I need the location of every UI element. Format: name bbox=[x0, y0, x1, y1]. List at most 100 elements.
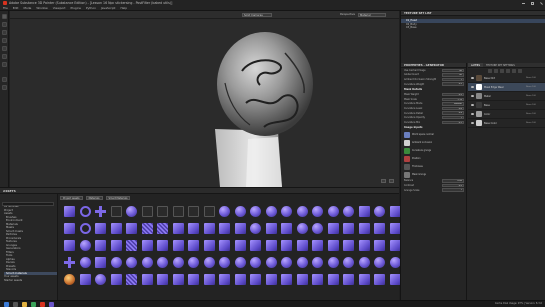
layer-row[interactable]: Base Norm 100 bbox=[468, 101, 545, 110]
layer-row[interactable]: Base Dirt Norm 100 bbox=[468, 74, 545, 83]
add-layer-icon[interactable] bbox=[488, 69, 492, 73]
asset-thumbnail[interactable] bbox=[218, 274, 231, 290]
asset-thumbnail[interactable] bbox=[203, 223, 216, 239]
asset-thumbnail[interactable] bbox=[234, 274, 247, 290]
asset-thumbnail[interactable] bbox=[265, 240, 278, 256]
asset-thumbnail[interactable] bbox=[94, 240, 107, 256]
browser-icon[interactable] bbox=[31, 301, 36, 307]
property-value[interactable]: 0.5 bbox=[442, 183, 464, 188]
close-icon[interactable] bbox=[540, 1, 543, 5]
asset-thumbnail[interactable] bbox=[63, 240, 76, 256]
material-picker-icon[interactable] bbox=[1, 77, 7, 82]
asset-thumbnail[interactable] bbox=[125, 223, 138, 239]
add-folder-icon[interactable] bbox=[512, 69, 516, 73]
delete-layer-icon[interactable] bbox=[518, 69, 522, 73]
camera-icon[interactable] bbox=[381, 179, 386, 183]
asset-thumbnail[interactable] bbox=[141, 257, 154, 273]
asset-thumbnail[interactable] bbox=[249, 240, 262, 256]
asset-thumbnail[interactable] bbox=[373, 223, 386, 239]
asset-thumbnail[interactable] bbox=[280, 274, 293, 290]
asset-thumbnail[interactable] bbox=[249, 223, 262, 239]
add-fill-layer-icon[interactable] bbox=[494, 69, 498, 73]
asset-thumbnail[interactable] bbox=[172, 240, 185, 256]
asset-thumbnail[interactable] bbox=[280, 223, 293, 239]
asset-thumbnail[interactable] bbox=[94, 223, 107, 239]
property-value[interactable]: 1 bbox=[442, 115, 464, 120]
asset-thumbnail[interactable] bbox=[327, 240, 340, 256]
display-mode-dropdown[interactable]: Solid Cameras bbox=[242, 13, 272, 17]
color-picker-icon[interactable] bbox=[1, 62, 7, 67]
asset-thumbnail[interactable] bbox=[79, 240, 92, 256]
property-value[interactable]: Off bbox=[442, 73, 464, 77]
property-value[interactable]: Off bbox=[442, 68, 464, 72]
asset-thumbnail[interactable] bbox=[249, 274, 262, 290]
asset-thumbnail[interactable] bbox=[94, 206, 107, 222]
asset-thumbnail[interactable] bbox=[358, 223, 371, 239]
menu-mode[interactable]: Mode bbox=[23, 6, 31, 10]
asset-thumbnail[interactable] bbox=[311, 206, 324, 222]
asset-thumbnail[interactable] bbox=[358, 274, 371, 290]
asset-thumbnail[interactable] bbox=[141, 206, 154, 222]
channel-dropdown[interactable]: Material bbox=[358, 13, 386, 17]
asset-thumbnail[interactable] bbox=[187, 274, 200, 290]
asset-thumbnail[interactable] bbox=[234, 240, 247, 256]
asset-thumbnail[interactable] bbox=[94, 274, 107, 290]
eraser-icon[interactable] bbox=[1, 22, 7, 27]
add-mask-icon[interactable] bbox=[500, 69, 504, 73]
texture-set-row[interactable]: 03_Base bbox=[401, 26, 545, 30]
property-value[interactable]: Smooth bbox=[442, 102, 464, 106]
asset-thumbnail[interactable] bbox=[311, 257, 324, 273]
asset-thumbnail[interactable] bbox=[110, 274, 123, 290]
asset-thumbnail[interactable] bbox=[249, 206, 262, 222]
asset-thumbnail[interactable] bbox=[156, 257, 169, 273]
shelf-search-input[interactable] bbox=[2, 202, 54, 206]
image-input-row[interactable]: Thickness bbox=[401, 163, 466, 171]
menu-viewport[interactable]: Viewport bbox=[53, 6, 66, 10]
clone-icon[interactable] bbox=[1, 54, 7, 59]
asset-thumbnail[interactable] bbox=[373, 206, 386, 222]
image-input-row[interactable]: Position bbox=[401, 155, 466, 163]
image-input-row[interactable]: Mask Grunge bbox=[401, 171, 466, 179]
paint-brush-icon[interactable] bbox=[1, 14, 7, 19]
add-effect-icon[interactable] bbox=[506, 69, 510, 73]
asset-thumbnail[interactable] bbox=[358, 257, 371, 273]
asset-thumbnail[interactable] bbox=[63, 274, 76, 290]
eye-icon[interactable] bbox=[471, 113, 474, 115]
asset-thumbnail[interactable] bbox=[125, 274, 138, 290]
smudge-icon[interactable] bbox=[1, 46, 7, 51]
property-value[interactable]: 0.5 bbox=[442, 82, 464, 86]
asset-thumbnail[interactable] bbox=[218, 223, 231, 239]
layer-row[interactable]: Metal Norm 100 bbox=[468, 92, 545, 101]
property-value[interactable]: 0.5 bbox=[442, 92, 464, 97]
asset-thumbnail[interactable] bbox=[141, 274, 154, 290]
render-icon[interactable] bbox=[389, 179, 394, 183]
asset-thumbnail[interactable] bbox=[373, 257, 386, 273]
asset-thumbnail[interactable] bbox=[63, 257, 76, 273]
asset-thumbnail[interactable] bbox=[203, 206, 216, 222]
property-value[interactable]: 0.4 bbox=[442, 111, 464, 115]
menu-window[interactable]: Window bbox=[36, 6, 47, 10]
asset-thumbnail[interactable] bbox=[327, 223, 340, 239]
asset-thumbnail[interactable] bbox=[296, 206, 309, 222]
asset-thumbnail[interactable] bbox=[94, 257, 107, 273]
asset-thumbnail[interactable] bbox=[249, 257, 262, 273]
asset-thumbnail[interactable] bbox=[141, 240, 154, 256]
ruler-icon[interactable] bbox=[1, 85, 7, 90]
asset-thumbnail[interactable] bbox=[110, 206, 123, 222]
start-icon[interactable] bbox=[4, 301, 9, 307]
asset-thumbnail[interactable] bbox=[187, 240, 200, 256]
asset-thumbnail[interactable] bbox=[203, 274, 216, 290]
asset-thumbnail[interactable] bbox=[110, 223, 123, 239]
menu-file[interactable]: File bbox=[3, 6, 8, 10]
asset-thumbnail[interactable] bbox=[172, 223, 185, 239]
chat-icon[interactable] bbox=[49, 301, 54, 307]
asset-thumbnail[interactable] bbox=[234, 257, 247, 273]
asset-thumbnail[interactable] bbox=[156, 206, 169, 222]
property-value[interactable]: 1 bbox=[442, 188, 464, 192]
asset-thumbnail[interactable] bbox=[156, 240, 169, 256]
menu-python[interactable]: Python bbox=[86, 6, 96, 10]
asset-thumbnail[interactable] bbox=[110, 257, 123, 273]
eye-icon[interactable] bbox=[471, 77, 474, 79]
menu-edit[interactable]: Edit bbox=[13, 6, 19, 10]
asset-thumbnail[interactable] bbox=[218, 206, 231, 222]
